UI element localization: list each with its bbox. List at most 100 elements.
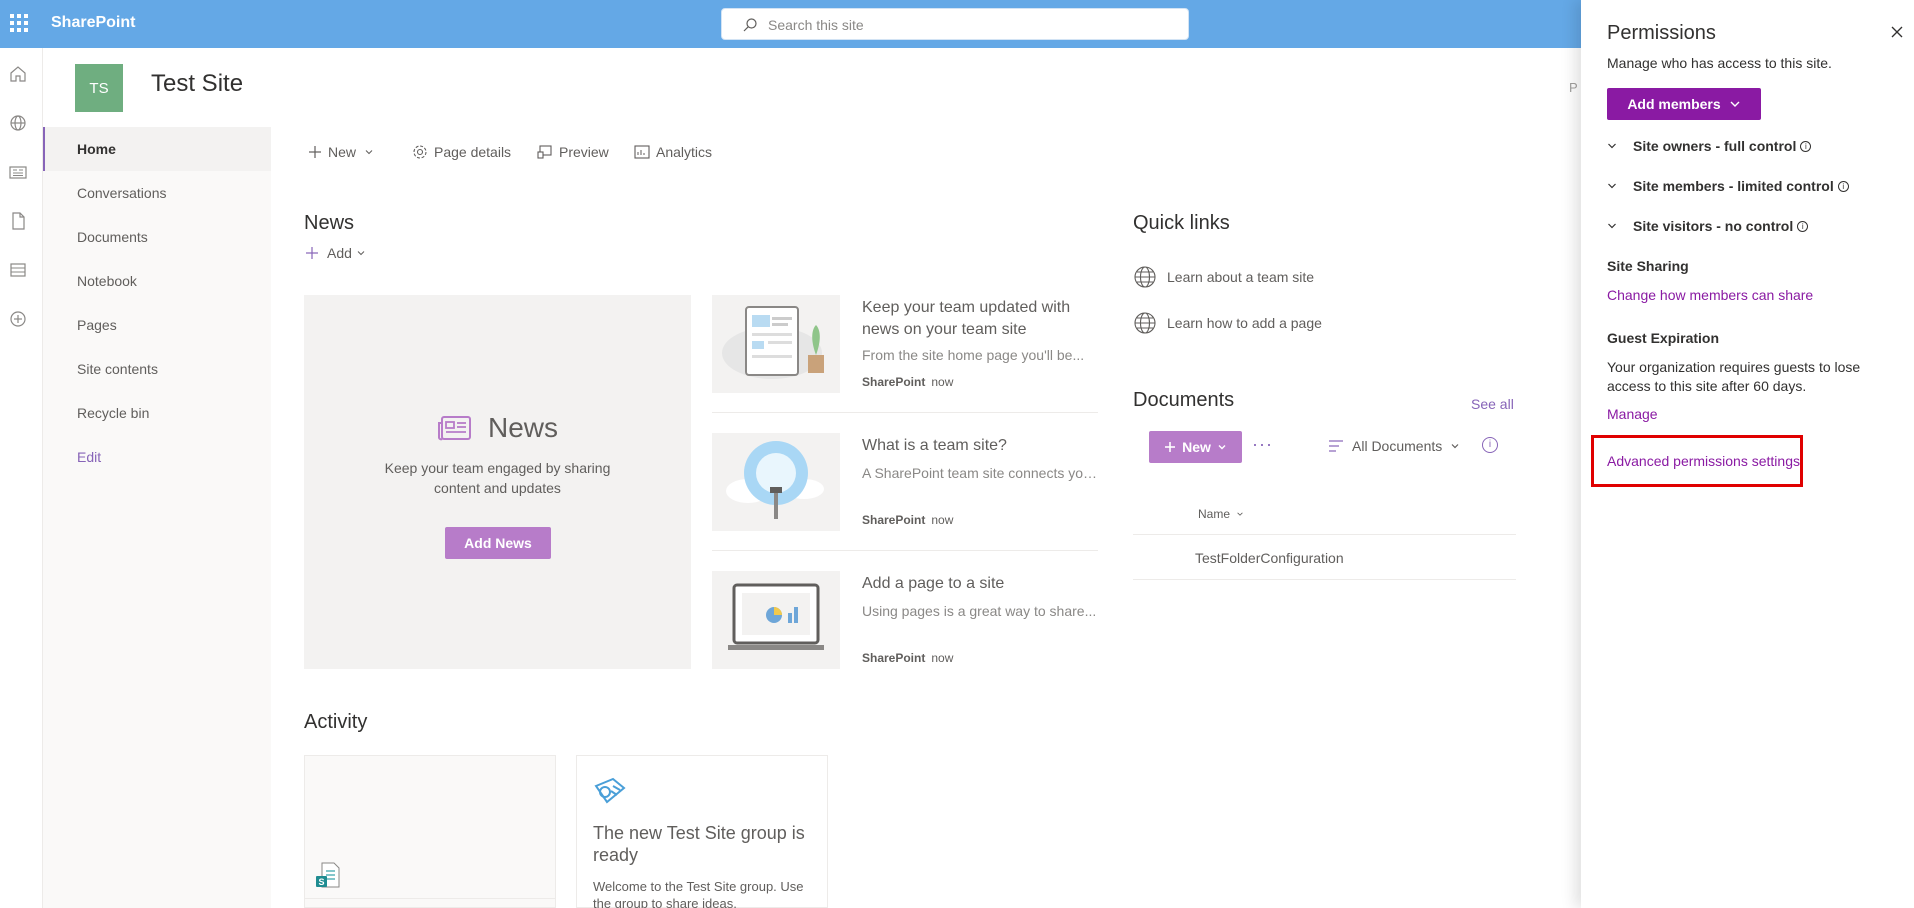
new-command-label: New bbox=[328, 144, 357, 160]
documents-new-button[interactable]: New bbox=[1149, 431, 1242, 463]
globe-icon[interactable] bbox=[8, 113, 28, 133]
table-row[interactable]: TestFolderConfiguration bbox=[1133, 536, 1516, 580]
news-card-title[interactable]: Keep your team updated with news on your… bbox=[862, 297, 1092, 341]
page-details-label: Page details bbox=[434, 144, 512, 160]
info-icon[interactable]: i bbox=[1482, 437, 1498, 453]
analytics-label: Analytics bbox=[656, 144, 713, 160]
activity-card[interactable]: S bbox=[304, 755, 556, 908]
news-card[interactable]: Keep your team updated with news on your… bbox=[712, 295, 1098, 413]
background-edge-text: P bbox=[1569, 80, 1578, 95]
nav-item-documents[interactable]: Documents bbox=[43, 215, 271, 259]
nav-item-site-contents[interactable]: Site contents bbox=[43, 347, 271, 391]
nav-item-home[interactable]: Home bbox=[43, 127, 271, 171]
manage-link[interactable]: Manage bbox=[1607, 406, 1658, 422]
activity-card-divider bbox=[305, 898, 555, 899]
news-placeholder-title: News bbox=[488, 412, 559, 443]
new-command[interactable]: New bbox=[308, 140, 380, 164]
svg-text:S: S bbox=[318, 877, 324, 887]
plus-icon bbox=[309, 146, 321, 158]
documents-view-selector[interactable]: All Documents bbox=[1328, 438, 1460, 454]
news-section-title[interactable]: News bbox=[304, 212, 354, 235]
news-card-time: now bbox=[931, 375, 954, 389]
preview-command[interactable]: Preview bbox=[537, 140, 609, 164]
app-bar bbox=[0, 48, 43, 908]
search-icon bbox=[743, 18, 757, 32]
info-icon[interactable]: i bbox=[1797, 220, 1809, 232]
news-add-label: Add bbox=[327, 245, 352, 261]
add-members-label: Add members bbox=[1627, 96, 1721, 112]
chevron-down-icon bbox=[1730, 101, 1740, 107]
activity-card-title[interactable]: The new Test Site group is ready bbox=[593, 822, 813, 866]
plus-icon bbox=[1165, 442, 1176, 452]
news-card-description: A SharePoint team site connects you... bbox=[862, 465, 1098, 481]
documents-new-label: New bbox=[1182, 439, 1211, 455]
close-icon[interactable] bbox=[1889, 24, 1905, 40]
news-card-title[interactable]: Add a page to a site bbox=[862, 573, 1092, 595]
column-header-name[interactable]: Name bbox=[1198, 507, 1244, 521]
page-details-command[interactable]: Page details bbox=[412, 140, 511, 164]
site-logo[interactable]: TS bbox=[75, 64, 123, 112]
chevron-down-icon bbox=[1218, 445, 1226, 450]
add-members-button[interactable]: Add members bbox=[1607, 88, 1761, 120]
news-card[interactable]: Add a page to a site Using pages is a gr… bbox=[712, 571, 1098, 689]
brand-name[interactable]: SharePoint bbox=[51, 14, 135, 32]
panel-subtitle: Manage who has access to this site. bbox=[1607, 55, 1832, 71]
nav-item-conversations[interactable]: Conversations bbox=[43, 171, 271, 215]
news-card-meta: SharePoint now bbox=[862, 651, 953, 665]
info-icon[interactable]: i bbox=[1800, 140, 1812, 152]
group-label: Site members - limited control bbox=[1633, 178, 1834, 194]
news-card-description: Using pages is a great way to share... bbox=[862, 603, 1097, 619]
panel-title: Permissions bbox=[1607, 22, 1716, 44]
nav-item-pages[interactable]: Pages bbox=[43, 303, 271, 347]
news-thumbnail bbox=[712, 571, 840, 669]
nav-edit-link[interactable]: Edit bbox=[43, 435, 271, 479]
news-card-title[interactable]: What is a team site? bbox=[862, 435, 1092, 457]
create-icon[interactable] bbox=[8, 309, 28, 329]
nav-item-recycle-bin[interactable]: Recycle bin bbox=[43, 391, 271, 435]
guest-expiration-text: Your organization requires guests to los… bbox=[1607, 359, 1861, 394]
documents-more-button[interactable]: ··· bbox=[1252, 434, 1273, 455]
search-input[interactable] bbox=[768, 15, 1168, 35]
group-site-members[interactable]: Site members - limited control i bbox=[1607, 178, 1849, 194]
list-icon[interactable] bbox=[8, 260, 28, 280]
documents-view-label: All Documents bbox=[1352, 438, 1443, 454]
analytics-command[interactable]: Analytics bbox=[634, 140, 712, 164]
group-site-owners[interactable]: Site owners - full control i bbox=[1607, 138, 1812, 154]
news-card[interactable]: What is a team site? A SharePoint team s… bbox=[712, 433, 1098, 551]
analytics-icon bbox=[634, 145, 650, 159]
news-icon[interactable] bbox=[8, 162, 28, 182]
quick-links-title: Quick links bbox=[1133, 212, 1230, 234]
add-news-button[interactable]: Add News bbox=[445, 527, 551, 559]
document-name[interactable]: TestFolderConfiguration bbox=[1195, 550, 1344, 566]
view-options-icon bbox=[1329, 440, 1343, 452]
nav-item-notebook[interactable]: Notebook bbox=[43, 259, 271, 303]
home-icon[interactable] bbox=[8, 64, 28, 84]
globe-icon bbox=[1134, 312, 1156, 334]
search-box[interactable] bbox=[721, 8, 1189, 40]
news-card-meta: SharePoint now bbox=[862, 513, 953, 527]
lightbulb-illustration-icon bbox=[726, 441, 824, 519]
app-launcher-icon[interactable] bbox=[10, 14, 28, 32]
activity-card[interactable]: The new Test Site group is ready Welcome… bbox=[576, 755, 828, 908]
file-icon[interactable] bbox=[8, 211, 28, 231]
highlight-box bbox=[1591, 435, 1803, 487]
group-label: Site visitors - no control bbox=[1633, 218, 1794, 234]
group-site-visitors[interactable]: Site visitors - no control i bbox=[1607, 218, 1809, 234]
documents-see-all-link[interactable]: See all bbox=[1471, 396, 1514, 412]
news-placeholder-text: Keep your team engaged by sharing conten… bbox=[384, 460, 611, 496]
news-add-button[interactable]: Add bbox=[305, 245, 366, 261]
group-label: Site owners - full control bbox=[1633, 138, 1797, 154]
quick-link-item[interactable]: Learn about a team site bbox=[1133, 265, 1314, 289]
change-sharing-link[interactable]: Change how members can share bbox=[1607, 287, 1813, 303]
news-icon bbox=[438, 416, 471, 441]
news-placeholder: News Keep your team engaged by sharing c… bbox=[304, 295, 691, 669]
news-card-meta: SharePoint now bbox=[862, 375, 953, 389]
sharepoint-file-icon: S bbox=[316, 862, 340, 888]
documents-title[interactable]: Documents bbox=[1133, 389, 1234, 412]
chevron-down-icon bbox=[357, 251, 365, 256]
site-title[interactable]: Test Site bbox=[151, 70, 243, 98]
info-icon[interactable]: i bbox=[1837, 180, 1849, 192]
news-card-time: now bbox=[931, 513, 954, 527]
news-card-time: now bbox=[931, 651, 954, 665]
quick-link-item[interactable]: Learn how to add a page bbox=[1133, 311, 1322, 335]
